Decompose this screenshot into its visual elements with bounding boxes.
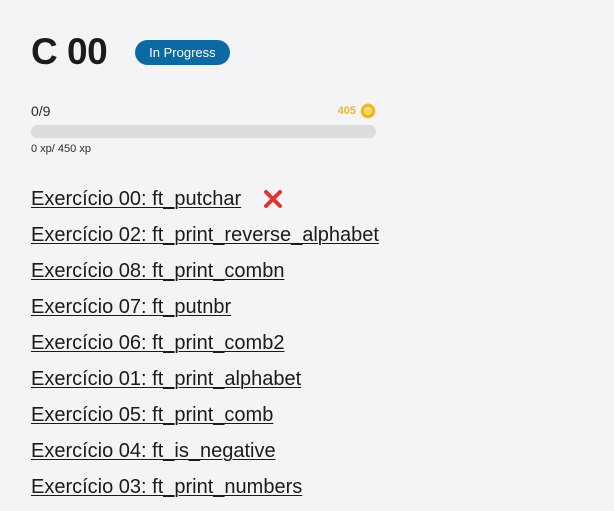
list-item: Exercício 03: ft_print_numbers	[31, 469, 379, 505]
project-title: C 00	[31, 31, 108, 72]
list-item: Exercício 05: ft_print_comb	[31, 397, 379, 433]
exercise-link[interactable]: Exercício 06: ft_print_comb2	[31, 332, 284, 355]
list-item: Exercício 02: ft_print_reverse_alphabet	[31, 217, 379, 253]
exercise-link[interactable]: Exercício 07: ft_putnbr	[31, 296, 231, 319]
xp-label: 0 xp/ 450 xp	[31, 143, 91, 155]
list-item: Exercício 06: ft_print_comb2	[31, 325, 379, 361]
list-item: Exercício 08: ft_print_combn	[31, 253, 379, 289]
exercise-link[interactable]: Exercício 04: ft_is_negative	[31, 440, 276, 463]
red-x-icon	[263, 189, 283, 209]
project-header: C 00 In Progress	[31, 30, 230, 74]
exercise-link[interactable]: Exercício 00: ft_putchar	[31, 188, 241, 211]
coin-icon	[360, 103, 376, 119]
coins-display: 405	[338, 103, 376, 119]
exercise-link[interactable]: Exercício 08: ft_print_combn	[31, 260, 284, 283]
list-item: Exercício 07: ft_putnbr	[31, 289, 379, 325]
progress-header: 0/9 405	[31, 101, 376, 121]
progress-count: 0/9	[31, 103, 51, 119]
exercise-link[interactable]: Exercício 01: ft_print_alphabet	[31, 368, 301, 391]
exercise-link[interactable]: Exercício 05: ft_print_comb	[31, 404, 273, 427]
list-item: Exercício 01: ft_print_alphabet	[31, 361, 379, 397]
progress-section: 0/9 405 0 xp/ 450 xp	[31, 101, 376, 155]
progress-bar	[31, 125, 376, 138]
exercise-link[interactable]: Exercício 02: ft_print_reverse_alphabet	[31, 224, 379, 247]
list-item: Exercício 04: ft_is_negative	[31, 433, 379, 469]
coin-amount: 405	[337, 105, 356, 117]
list-item: Exercício 00: ft_putchar	[31, 181, 379, 217]
project-page: C 00 In Progress 0/9 405 0 xp/ 450 xp Ex…	[0, 0, 614, 511]
exercise-link[interactable]: Exercício 03: ft_print_numbers	[31, 476, 302, 499]
exercise-list: Exercício 00: ft_putchar Exercício 02: ft…	[31, 181, 379, 505]
status-badge: In Progress	[135, 39, 230, 65]
